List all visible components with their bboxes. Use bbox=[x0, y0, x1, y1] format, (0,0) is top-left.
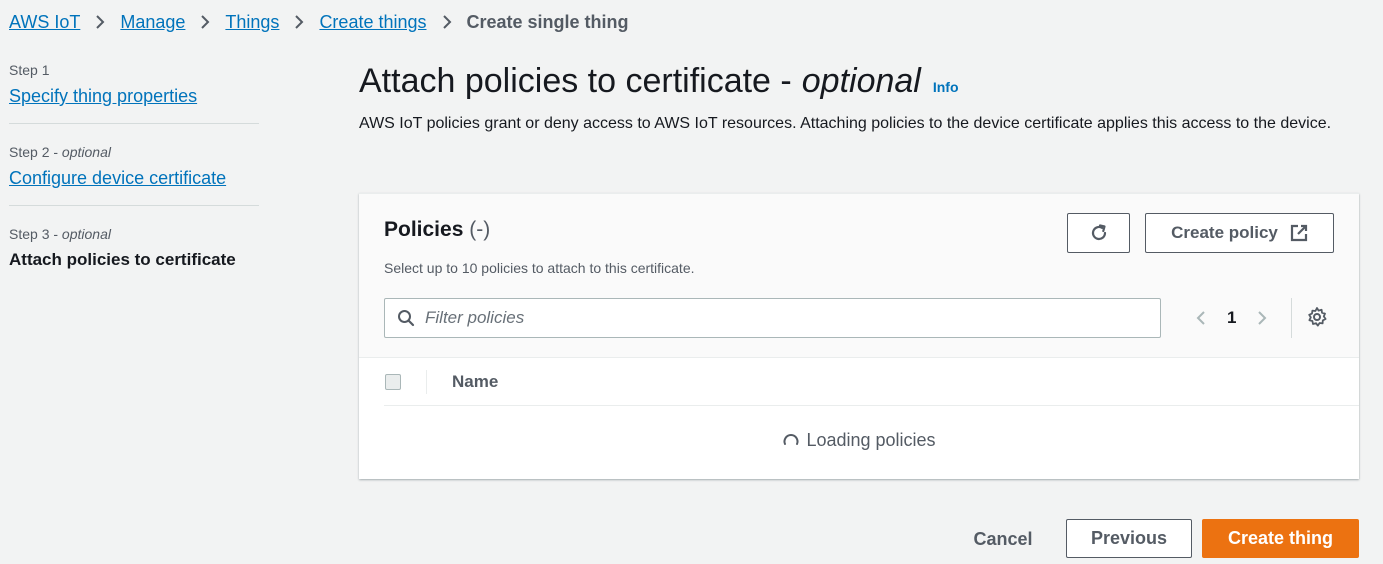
policies-title: Policies (-) bbox=[384, 218, 490, 242]
step-1: Step 1 Specify thing properties bbox=[9, 62, 259, 123]
step-link-specify-thing-properties[interactable]: Specify thing properties bbox=[9, 86, 197, 106]
page-number[interactable]: 1 bbox=[1227, 308, 1236, 328]
filter-policies-input[interactable] bbox=[425, 308, 1125, 328]
breadcrumb-manage[interactable]: Manage bbox=[120, 12, 185, 33]
refresh-button[interactable] bbox=[1067, 213, 1130, 253]
wizard-steps: Step 1 Specify thing properties Step 2 -… bbox=[9, 62, 259, 286]
chevron-right-icon bbox=[199, 15, 211, 29]
create-policy-label: Create policy bbox=[1171, 223, 1278, 242]
pagination: 1 bbox=[1191, 304, 1272, 332]
page-description: AWS IoT policies grant or deny access to… bbox=[359, 115, 1332, 132]
external-link-icon bbox=[1290, 224, 1308, 242]
breadcrumb-things[interactable]: Things bbox=[225, 12, 279, 33]
info-link[interactable]: Info bbox=[933, 79, 959, 95]
create-thing-button[interactable]: Create thing bbox=[1202, 519, 1359, 558]
chevron-right-icon bbox=[293, 15, 305, 29]
policies-description: Select up to 10 policies to attach to th… bbox=[384, 260, 695, 276]
breadcrumb-current: Create single thing bbox=[466, 11, 629, 32]
select-all-checkbox[interactable] bbox=[385, 374, 401, 390]
step-link-configure-device-certificate[interactable]: Configure device certificate bbox=[9, 168, 226, 188]
create-policy-button[interactable]: Create policy bbox=[1145, 213, 1334, 253]
step-number: Step 2 - optional bbox=[9, 144, 111, 160]
step-3: Step 3 - optional Attach policies to cer… bbox=[9, 205, 259, 286]
page-title-text: Attach policies to certificate - bbox=[359, 62, 792, 100]
step-2: Step 2 - optional Configure device certi… bbox=[9, 123, 259, 205]
column-divider bbox=[426, 370, 427, 394]
chevron-left-icon[interactable] bbox=[1191, 310, 1211, 326]
loading-indicator: Loading policies bbox=[359, 430, 1359, 451]
step-number: Step 3 - optional bbox=[9, 226, 111, 242]
gear-icon[interactable] bbox=[1306, 306, 1328, 328]
chevron-right-icon[interactable] bbox=[1252, 310, 1272, 326]
breadcrumb: AWS IoT Manage Things Create things Crea… bbox=[9, 10, 629, 34]
column-header-name[interactable]: Name bbox=[452, 372, 498, 392]
policies-container: Policies (-) Select up to 10 policies to… bbox=[359, 193, 1359, 479]
breadcrumb-aws-iot[interactable]: AWS IoT bbox=[9, 12, 80, 33]
page-title: Attach policies to certificate - optiona… bbox=[359, 62, 1359, 101]
refresh-icon bbox=[1089, 223, 1109, 243]
filter-policies-field bbox=[384, 298, 1161, 338]
spinner-icon bbox=[782, 432, 800, 450]
table-header-row: Name bbox=[384, 358, 1359, 406]
chevron-right-icon bbox=[94, 15, 106, 29]
loading-text: Loading policies bbox=[806, 430, 936, 450]
search-icon bbox=[397, 309, 415, 327]
policies-count: (-) bbox=[469, 218, 491, 241]
chevron-right-icon bbox=[441, 15, 453, 29]
previous-button[interactable]: Previous bbox=[1066, 519, 1192, 558]
breadcrumb-create-things[interactable]: Create things bbox=[319, 12, 426, 33]
step-current-label: Attach policies to certificate bbox=[9, 250, 236, 269]
page-title-optional: optional bbox=[801, 62, 921, 100]
page-header: Attach policies to certificate - optiona… bbox=[359, 62, 1359, 137]
divider bbox=[1291, 298, 1292, 338]
policies-title-text: Policies bbox=[384, 218, 464, 241]
cancel-button[interactable]: Cancel bbox=[960, 520, 1046, 558]
step-number: Step 1 bbox=[9, 62, 50, 78]
